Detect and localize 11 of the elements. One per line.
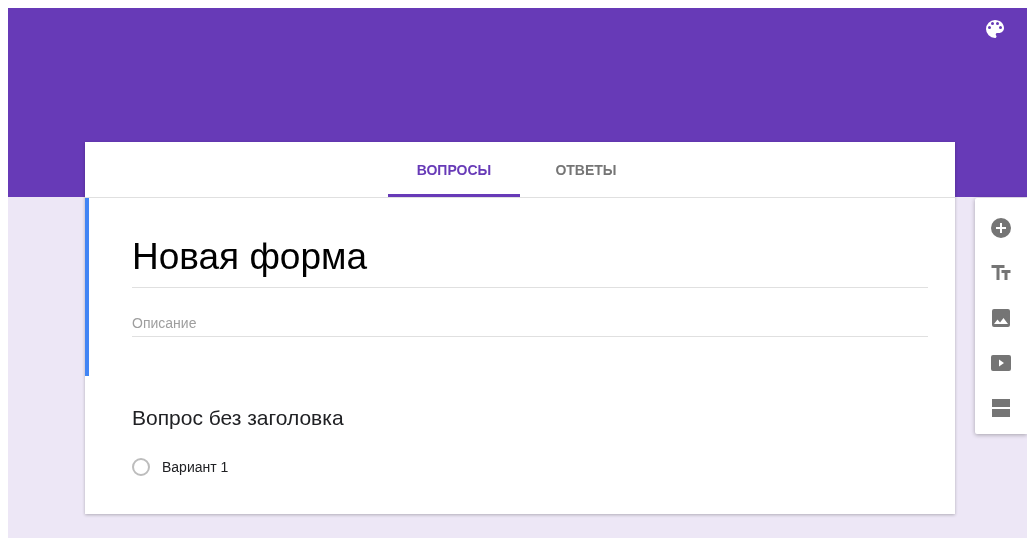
tab[interactable]: ОТВЕТЫ: [520, 142, 652, 197]
question-title: Вопрос без заголовка: [132, 406, 345, 430]
radio-button[interactable]: [132, 458, 150, 476]
palette-icon[interactable]: [983, 17, 1007, 41]
option-label: Вариант 1: [162, 459, 229, 475]
image-icon[interactable]: [989, 306, 1013, 330]
description-field[interactable]: Описание: [132, 315, 928, 337]
section-icon[interactable]: [989, 396, 1013, 420]
tab[interactable]: ВОПРОСЫ: [388, 142, 520, 197]
add-icon[interactable]: [989, 216, 1013, 240]
form-title[interactable]: Новая форма: [132, 236, 928, 288]
